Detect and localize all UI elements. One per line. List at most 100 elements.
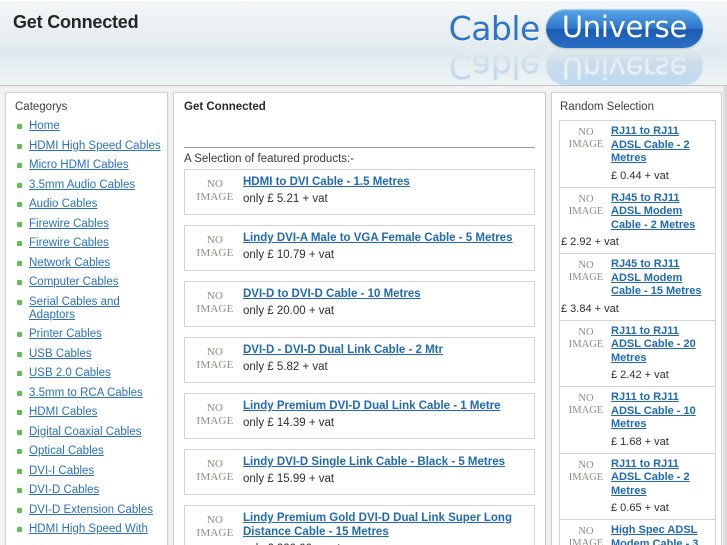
random-item-price: £ 0.65 + vat — [611, 502, 669, 514]
random-selection-item[interactable]: NO IMAGE RJ11 to RJ11 ADSL Cable - 10 Metr… — [559, 386, 716, 453]
product-name-link[interactable]: DVI-D - DVI-D Dual Link Cable - 2 Mtr — [243, 343, 528, 357]
bullet-icon — [17, 429, 22, 435]
sidebar-item[interactable]: Micro HDMI Cables — [14, 159, 161, 172]
sidebar-item[interactable]: 3.5mm to RCA Cables — [14, 387, 161, 400]
random-item-name-link[interactable]: RJ11 to RJ11 ADSL Cable - 20 Metres — [611, 325, 711, 366]
product-name-link[interactable]: DVI-D to DVI-D Cable - 10 Metres — [243, 287, 528, 301]
sidebar-item[interactable]: Network Cables — [14, 257, 161, 270]
product-card[interactable]: NO IMAGE DVI-D to DVI-D Cable - 10 Metres o… — [184, 281, 535, 327]
no-image-placeholder: NO IMAGE — [563, 327, 609, 351]
random-item-body: RJ11 to RJ11 ADSL Cable - 20 Metres £ 2.4… — [609, 325, 711, 384]
sidebar-item[interactable]: DVI-D Cables — [14, 484, 161, 497]
sidebar-item-label[interactable]: Network Cables — [29, 257, 110, 270]
random-item-price: £ 3.84 + vat — [561, 302, 619, 315]
site-logo[interactable]: Cable Universe Cable Universe — [448, 8, 703, 85]
no-image-placeholder: NO IMAGE — [191, 178, 239, 204]
sidebar-item-label[interactable]: Home — [29, 120, 60, 133]
logo-word-cable: Cable — [448, 8, 541, 48]
product-card[interactable]: NO IMAGE DVI-D - DVI-D Dual Link Cable - 2… — [184, 337, 535, 383]
random-item-name-link[interactable]: RJ45 to RJ11 ADSL Modem Cable - 15 Metre… — [611, 258, 711, 299]
sidebar-item-label[interactable]: Digital Coaxial Cables — [29, 426, 142, 439]
sidebar-item[interactable]: HDMI High Speed With — [14, 523, 161, 536]
random-selection-item[interactable]: NO IMAGE RJ11 to RJ11 ADSL Cable - 2 Metre… — [559, 120, 716, 187]
product-name-link[interactable]: Lindy DVI-D Single Link Cable - Black - … — [243, 455, 528, 469]
sidebar-item[interactable]: USB Cables — [14, 348, 161, 361]
sidebar-item-label[interactable]: 3.5mm to RCA Cables — [29, 387, 143, 400]
random-item-name-link[interactable]: RJ11 to RJ11 ADSL Cable - 2 Metres — [611, 125, 711, 166]
product-name-link[interactable]: Lindy Premium Gold DVI-D Dual Link Super… — [243, 511, 528, 539]
random-item-price: £ 1.68 + vat — [611, 435, 669, 448]
random-selection-item[interactable]: NOIMAGEHigh Spec ADSL Modem Cable - 3 Me… — [559, 519, 716, 545]
random-selection-item[interactable]: NO IMAGE RJ45 to RJ11 ADSL Modem Cable - 2… — [559, 186, 716, 253]
bullet-icon — [17, 371, 22, 376]
sidebar-item-label[interactable]: Printer Cables — [29, 328, 102, 341]
sidebar-item-label[interactable]: 3.5mm Audio Cables — [29, 179, 135, 192]
random-selection-item[interactable]: NO IMAGE RJ45 to RJ11 ADSL Modem Cable - 1… — [559, 253, 716, 320]
random-item-price: £ 0.44 + vat — [611, 169, 669, 182]
sidebar-item[interactable]: HDMI Cables — [14, 406, 161, 419]
sidebar-item[interactable]: Digital Coaxial Cables — [14, 426, 161, 439]
product-name-link[interactable]: Lindy Premium DVI-D Dual Link Cable - 1 … — [243, 399, 528, 413]
bullet-icon — [17, 449, 22, 454]
product-price: only £ 20.00 + vat — [243, 305, 335, 317]
sidebar-item[interactable]: Serial Cables and Adaptors — [14, 296, 161, 322]
site-header: Get Connected Cable Universe Cable Unive… — [0, 0, 727, 86]
sidebar-item[interactable]: Firewire Cables — [14, 237, 161, 250]
product-card[interactable]: NO IMAGE HDMI to DVI Cable - 1.5 Metres onl… — [184, 169, 535, 215]
sidebar-item-label[interactable]: Firewire Cables — [29, 218, 109, 231]
random-item-price: £ 2.42 + vat — [611, 369, 669, 381]
sidebar-item-label[interactable]: DVI-D Cables — [29, 484, 99, 497]
sidebar-item-label[interactable]: Optical Cables — [29, 445, 104, 458]
sidebar-item[interactable]: Audio Cables — [14, 198, 161, 211]
product-price: only £ 14.39 + vat — [243, 417, 335, 429]
sidebar-item-label[interactable]: HDMI High Speed Cables — [29, 140, 161, 153]
product-card[interactable]: NO IMAGE Lindy Premium Gold DVI-D Dual Lin… — [184, 505, 535, 545]
sidebar-item-label[interactable]: HDMI High Speed With — [29, 523, 148, 536]
sidebar-item-label[interactable]: DVI-I Cables — [29, 465, 94, 478]
sidebar-item-label[interactable]: Micro HDMI Cables — [29, 159, 129, 172]
sidebar-item-label[interactable]: HDMI Cables — [29, 406, 97, 419]
product-name-link[interactable]: Lindy DVI-A Male to VGA Female Cable - 5… — [243, 231, 528, 245]
featured-products-label: A Selection of featured products:- — [184, 153, 355, 165]
random-item-name-link[interactable]: High Spec ADSL Modem Cable - 3 Metres — [611, 524, 711, 545]
sidebar-item-label[interactable]: Serial Cables and Adaptors — [29, 296, 161, 322]
sidebar-item-label[interactable]: USB 2.0 Cables — [29, 367, 111, 380]
sidebar-item-label[interactable]: Audio Cables — [29, 198, 97, 211]
random-selection-item[interactable]: NO IMAGE RJ11 to RJ11 ADSL Cable - 20 Metr… — [559, 319, 716, 386]
sidebar-item[interactable]: USB 2.0 Cables — [14, 367, 161, 380]
no-image-placeholder: NO IMAGE — [563, 393, 609, 417]
sidebar-item[interactable]: DVI-D Extension Cables — [14, 504, 161, 517]
no-image-line1: NO — [578, 459, 594, 471]
random-item-name-link[interactable]: RJ45 to RJ11 ADSL Modem Cable - 2 Metres — [611, 192, 711, 233]
sidebar-item[interactable]: Optical Cables — [14, 445, 161, 458]
sidebar-item[interactable]: Computer Cables — [14, 276, 161, 289]
product-card[interactable]: NO IMAGE Lindy DVI-D Single Link Cable - B… — [184, 449, 535, 495]
bullet-icon — [17, 143, 22, 149]
sidebar-item[interactable]: Firewire Cables — [14, 218, 161, 231]
no-image-line2: IMAGE — [196, 527, 234, 539]
product-price: only £ 5.21 + vat — [243, 193, 328, 205]
product-card[interactable]: NO IMAGE Lindy Premium DVI-D Dual Link Cab… — [184, 393, 535, 439]
product-card[interactable]: NO IMAGE Lindy DVI-A Male to VGA Female Ca… — [184, 225, 535, 271]
no-image-line1: NO — [206, 402, 224, 414]
random-item-name-link[interactable]: RJ11 to RJ11 ADSL Cable - 2 Metres — [611, 458, 711, 499]
no-image-line2: IMAGE — [196, 415, 234, 427]
sidebar-item-label[interactable]: DVI-D Extension Cables — [29, 504, 153, 517]
bullet-icon — [17, 163, 22, 168]
random-item-name-link[interactable]: RJ11 to RJ11 ADSL Cable - 10 Metres — [611, 391, 711, 432]
sidebar-item[interactable]: Home — [14, 120, 161, 133]
sidebar-item-label[interactable]: Firewire Cables — [29, 237, 109, 250]
main-divider — [184, 147, 535, 148]
sidebar-item-label[interactable]: USB Cables — [29, 348, 92, 361]
content-columns: Categorys Home HDMI High Speed Cables Micr… — [0, 86, 727, 545]
sidebar-item[interactable]: 3.5mm Audio Cables — [14, 179, 161, 192]
random-selection-item[interactable]: NO IMAGE RJ11 to RJ11 ADSL Cable - 2 Metre… — [559, 452, 716, 519]
no-image-line2: IMAGE — [568, 538, 604, 545]
product-name-link[interactable]: HDMI to DVI Cable - 1.5 Metres — [243, 175, 528, 189]
no-image-placeholder: NO IMAGE — [191, 514, 239, 540]
sidebar-item-label[interactable]: Computer Cables — [29, 276, 118, 289]
sidebar-item[interactable]: DVI-I Cables — [14, 465, 161, 478]
sidebar-item[interactable]: HDMI High Speed Cables — [14, 140, 161, 153]
bullet-icon — [17, 332, 22, 337]
sidebar-item[interactable]: Printer Cables — [14, 328, 161, 341]
